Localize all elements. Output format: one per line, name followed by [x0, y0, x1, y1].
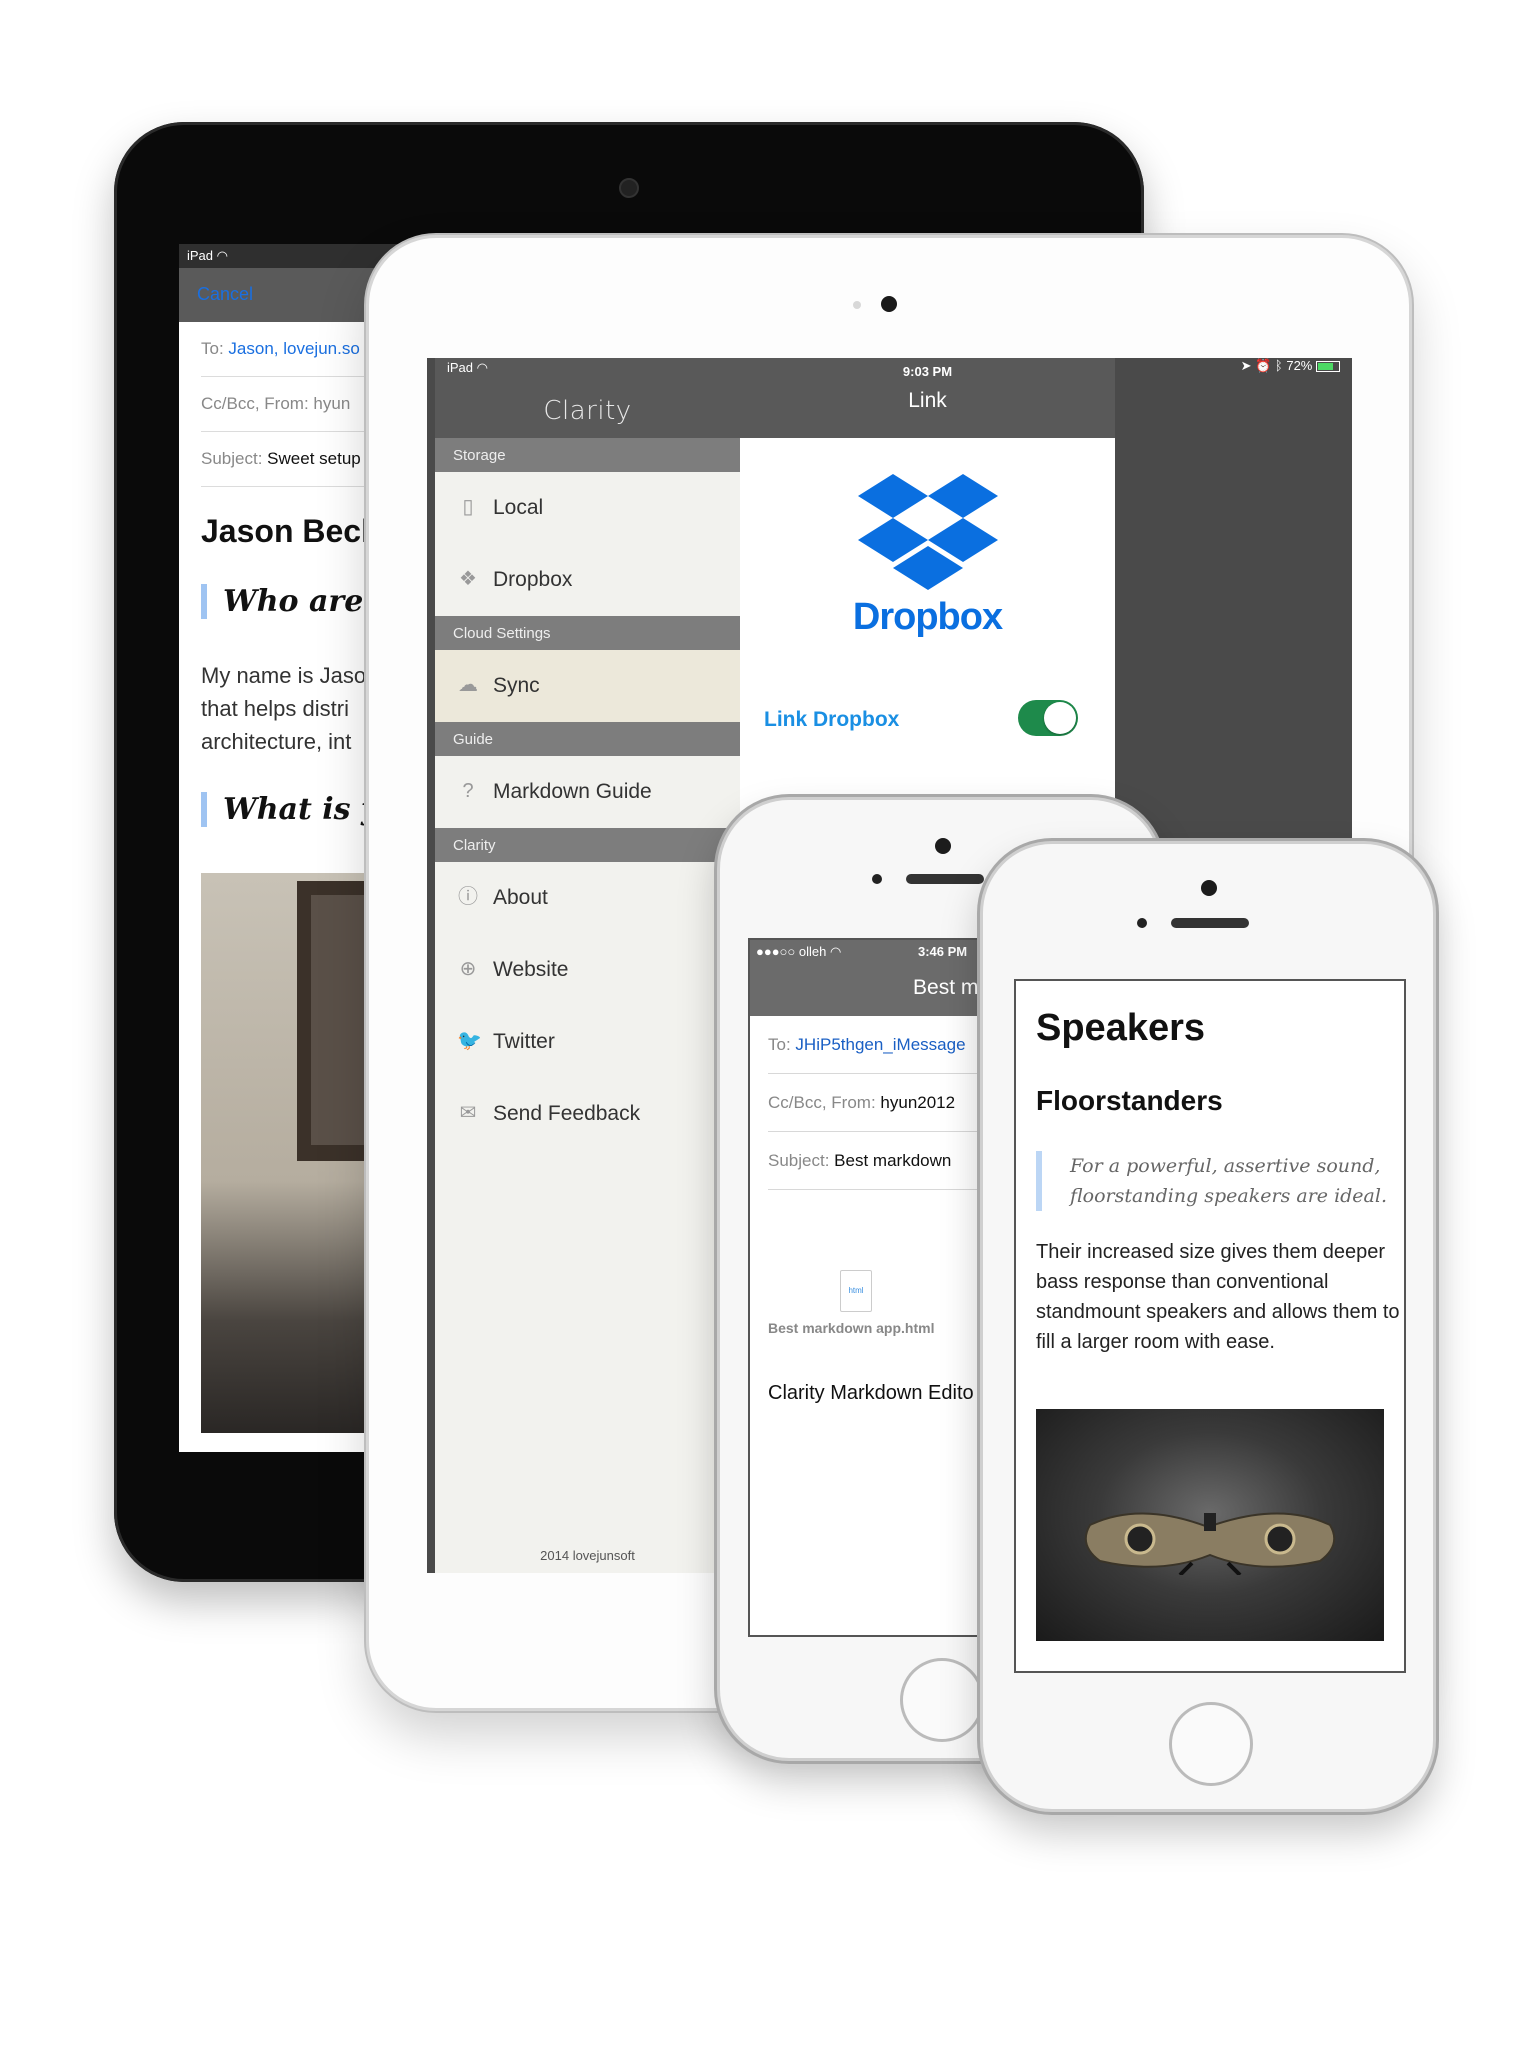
device-label: iPad	[447, 360, 474, 375]
subject-value: Best markdown	[834, 1151, 952, 1170]
section-guide: Guide	[435, 722, 740, 756]
battery-percent: 72%	[1286, 358, 1313, 373]
carrier-label: ●●●○○ olleh	[756, 944, 827, 959]
sidebar-item-label: About	[493, 886, 548, 909]
iphone-speaker	[906, 874, 984, 884]
iphone-speaker	[1171, 918, 1249, 928]
iphone-preview-screen: Speakers Floorstanders For a powerful, a…	[1014, 979, 1406, 1673]
twitter-icon: 🐦	[457, 1030, 482, 1052]
sidebar-item-markdown-guide[interactable]: ? Markdown Guide	[435, 756, 740, 828]
battery-icon	[1316, 361, 1340, 373]
status-time: 9:03 PM	[902, 364, 953, 379]
status-device: iPad ◠	[447, 360, 488, 376]
link-dropbox-label: Link Dropbox	[764, 708, 900, 731]
iphone-camera	[1201, 880, 1217, 896]
sidebar-item-sync[interactable]: ☁ Sync	[435, 650, 740, 722]
dropbox-logo-icon	[858, 474, 998, 590]
info-icon: ⓘ	[458, 886, 478, 908]
to-value: JHiP5thgen_iMessage	[795, 1035, 966, 1054]
home-button[interactable]	[900, 1658, 984, 1742]
mail-icon: ✉	[459, 1102, 477, 1124]
sidebar-item-website[interactable]: ⊕ Website	[435, 934, 740, 1006]
speaker-image	[1084, 1512, 1336, 1575]
section-cloud-settings: Cloud Settings	[435, 616, 740, 650]
cloud-sync-icon: ☁	[458, 674, 478, 696]
phone-icon: ▯	[462, 496, 474, 518]
sidebar-item-local[interactable]: ▯ Local	[435, 472, 740, 544]
status-right: ➤ ⏰ ᛒ 72%	[1241, 358, 1340, 374]
cc-label: Cc/Bcc, From:	[201, 394, 309, 413]
sidebar-item-label: Markdown Guide	[493, 780, 652, 803]
photo-mirror	[311, 895, 369, 1145]
sidebar-item-label: Local	[493, 496, 544, 519]
clarity-sidebar: iPad ◠ Clarity Storage ▯ Local ❖ Dropbox…	[435, 358, 740, 1573]
sidebar-item-about[interactable]: ⓘ About	[435, 862, 740, 934]
sidebar-item-dropbox[interactable]: ❖ Dropbox	[435, 544, 740, 616]
ipad-camera	[619, 178, 639, 198]
section-storage: Storage	[435, 438, 740, 472]
section-clarity: Clarity	[435, 828, 740, 862]
sidebar-item-label: Website	[493, 958, 569, 981]
iphone-sensor	[1137, 918, 1147, 928]
toggle-knob	[1044, 702, 1076, 734]
from-value: hyun2012	[880, 1093, 956, 1112]
ipad-camera	[881, 296, 897, 312]
iphone-camera	[935, 838, 951, 854]
dropbox-wordmark: Dropbox	[852, 596, 1003, 638]
subject-value: Sweet setup	[267, 449, 361, 468]
cc-label: Cc/Bcc, From:	[768, 1093, 876, 1112]
iphone-preview-device: Speakers Floorstanders For a powerful, a…	[980, 841, 1436, 1812]
ipad-sensor	[853, 301, 861, 309]
status-time: 3:46 PM	[918, 944, 968, 959]
sidebar-header: iPad ◠ Clarity	[435, 358, 740, 438]
subject-label: Subject:	[768, 1151, 830, 1170]
bluetooth-icon: ᛒ	[1274, 358, 1283, 373]
mail-body[interactable]: Clarity Markdown Edito	[768, 1382, 974, 1405]
cancel-button[interactable]: Cancel	[197, 284, 253, 305]
globe-icon: ⊕	[459, 958, 477, 980]
speaker-photo	[1036, 1409, 1384, 1641]
to-label: To:	[768, 1035, 791, 1054]
preview-quote: For a powerful, assertive sound, floorst…	[1036, 1151, 1404, 1211]
sidebar-item-twitter[interactable]: 🐦 Twitter	[435, 1006, 740, 1078]
dropbox-icon: ❖	[459, 568, 477, 590]
sidebar-footer: 2014 lovejunsoft	[540, 1548, 635, 1563]
link-title: Link	[908, 389, 947, 412]
sidebar-item-send-feedback[interactable]: ✉ Send Feedback	[435, 1078, 740, 1150]
sidebar-item-label: Twitter	[493, 1030, 555, 1053]
location-icon: ➤	[1240, 358, 1252, 373]
link-dropbox-toggle[interactable]	[1018, 700, 1078, 736]
from-value: hyun	[313, 394, 351, 413]
help-icon: ?	[462, 780, 474, 802]
sidebar-title: Clarity	[543, 396, 632, 426]
attachment-name: Best markdown app.html	[768, 1320, 935, 1336]
wifi-icon: ◠	[476, 360, 488, 375]
sidebar-item-label: Dropbox	[493, 568, 573, 591]
sidebar-item-label: Sync	[493, 674, 540, 697]
alarm-icon: ⏰	[1255, 358, 1272, 373]
to-label: To:	[201, 339, 224, 358]
link-header: 9:03 PM Link	[740, 358, 1115, 438]
to-value: Jason, lovejun.so	[228, 339, 360, 358]
html-file-icon[interactable]: html	[840, 1270, 872, 1312]
preview-subheading: Floorstanders	[1036, 1085, 1223, 1116]
device-label: iPad	[187, 248, 214, 263]
iphone-sensor	[872, 874, 882, 884]
wifi-icon: ◠	[829, 944, 842, 959]
sidebar-item-label: Send Feedback	[493, 1102, 641, 1125]
preview-heading: Speakers	[1036, 1007, 1206, 1049]
home-button[interactable]	[1169, 1702, 1253, 1786]
subject-label: Subject:	[201, 449, 263, 468]
wifi-icon: ◠	[216, 248, 228, 263]
preview-paragraph: Their increased size gives them deeper b…	[1036, 1241, 1400, 1353]
